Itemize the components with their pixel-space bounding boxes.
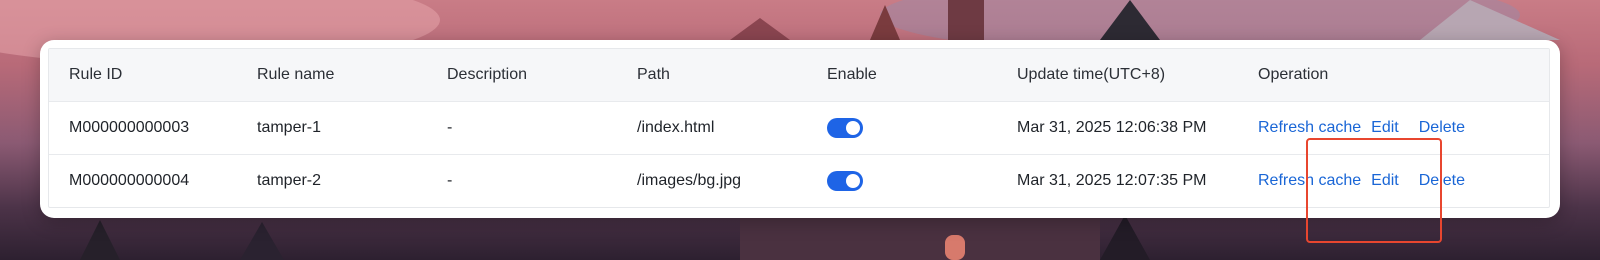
path-cell: /images/bg.jpg [637,172,742,189]
refresh-cache-link[interactable]: Refresh cache [1258,119,1361,137]
update-time-cell: Mar 31, 2025 12:06:38 PM [1017,119,1207,136]
header-enable: Enable [827,66,877,83]
rule-id-cell: M000000000003 [69,119,190,136]
description-cell: - [447,119,453,136]
table-row: M000000000003 tamper-1 - /index.html Mar… [49,101,1549,154]
update-time-cell: Mar 31, 2025 12:07:35 PM [1017,172,1207,189]
header-update-time: Update time(UTC+8) [1017,66,1166,83]
enable-cell [807,118,997,138]
enable-toggle[interactable] [827,171,863,191]
enable-cell [807,171,997,191]
table-header: Rule ID Rule name Description Path Enabl… [49,49,1549,101]
operation-cell: Refresh cache Edit Delete [1238,172,1549,190]
rule-name-cell: tamper-1 [257,119,322,136]
delete-link[interactable]: Delete [1419,119,1465,137]
header-rule-name: Rule name [257,66,335,83]
header-description: Description [447,66,528,83]
edit-link[interactable]: Edit [1371,119,1399,137]
rules-table: Rule ID Rule name Description Path Enabl… [48,48,1550,208]
header-operation: Operation [1258,66,1329,83]
rules-card: Rule ID Rule name Description Path Enabl… [40,40,1560,243]
delete-link[interactable]: Delete [1419,172,1465,190]
description-cell: - [447,172,453,189]
refresh-cache-link[interactable]: Refresh cache [1258,172,1361,190]
header-path: Path [637,66,670,83]
rule-id-cell: M000000000004 [69,172,190,189]
table-row: M000000000004 tamper-2 - /images/bg.jpg … [49,154,1549,207]
edit-link[interactable]: Edit [1371,172,1399,190]
operation-cell: Refresh cache Edit Delete [1238,119,1549,137]
path-cell: /index.html [637,119,715,136]
rule-name-cell: tamper-2 [257,172,322,189]
enable-toggle[interactable] [827,118,863,138]
header-rule-id: Rule ID [69,66,123,83]
